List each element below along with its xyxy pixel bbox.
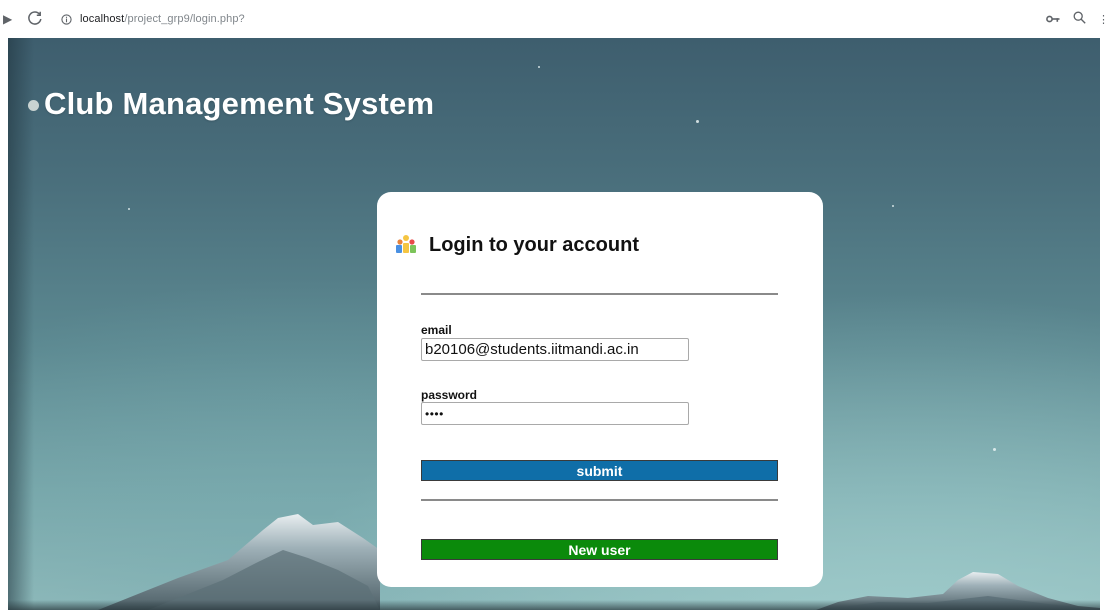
- star: [128, 208, 130, 210]
- password-field[interactable]: [421, 402, 689, 425]
- divider: [421, 293, 778, 295]
- divider: [421, 499, 778, 501]
- submit-button[interactable]: submit: [421, 460, 778, 481]
- email-label: email: [421, 323, 452, 337]
- star: [993, 448, 996, 451]
- star: [538, 66, 540, 68]
- email-field[interactable]: [421, 338, 689, 361]
- address-bar[interactable]: localhost/project_grp9/login.php?: [80, 13, 245, 25]
- info-icon[interactable]: [61, 14, 72, 25]
- new-user-button[interactable]: New user: [421, 539, 778, 560]
- club-logo-icon: [396, 235, 416, 253]
- bottom-shadow: [8, 600, 1100, 610]
- star: [696, 120, 699, 123]
- menu-icon[interactable]: ⋮: [1098, 14, 1105, 26]
- zoom-icon[interactable]: [1073, 11, 1086, 24]
- site-title: Club Management System: [44, 86, 435, 121]
- password-label: password: [421, 388, 478, 402]
- browser-toolbar: ▶ localhost/project_grp9/login.php? ⋮: [0, 0, 1105, 38]
- star: [892, 205, 894, 207]
- login-card: Login to your account email password sub…: [377, 192, 823, 587]
- reload-icon[interactable]: [27, 10, 43, 26]
- url-path: /project_grp9/login.php?: [124, 13, 245, 25]
- url-host: localhost: [80, 13, 125, 25]
- forward-icon[interactable]: ▶: [3, 12, 13, 26]
- key-icon[interactable]: [1046, 14, 1060, 24]
- title-bullet: [28, 100, 39, 111]
- login-heading: Login to your account: [429, 234, 639, 256]
